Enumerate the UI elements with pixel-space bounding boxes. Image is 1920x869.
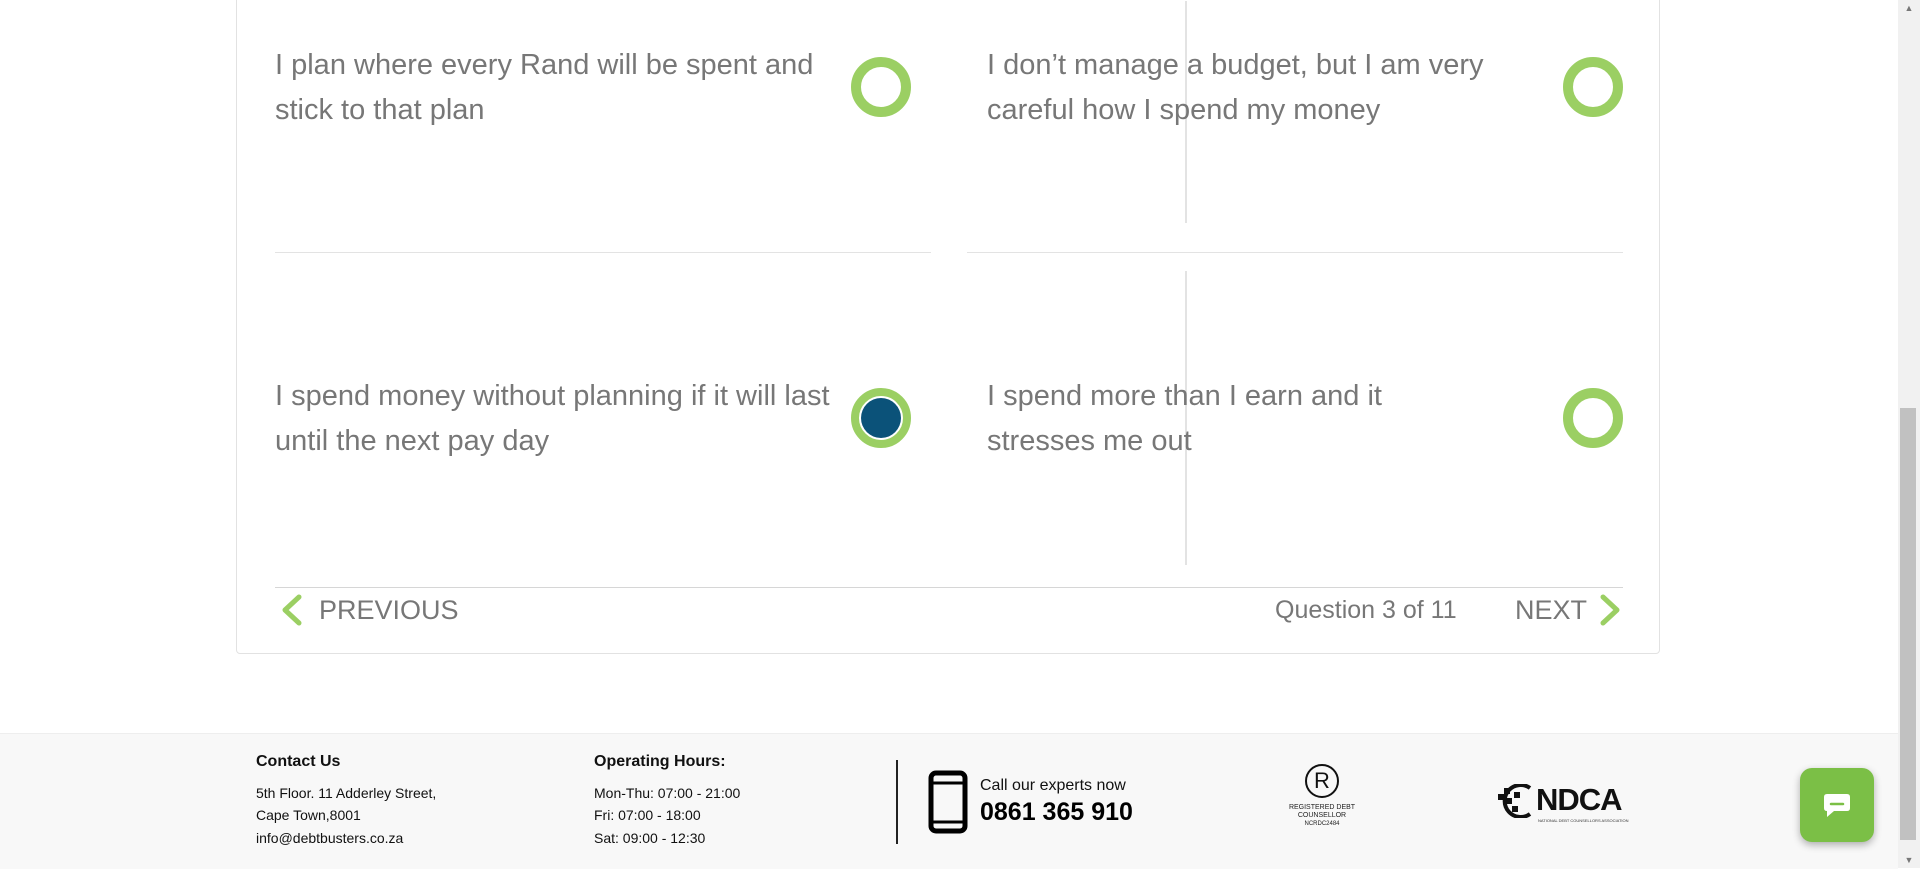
chat-button[interactable] (1800, 768, 1874, 842)
answer-option-2-radio[interactable] (1563, 57, 1623, 117)
answer-option-2-label: I don’t manage a budget, but I am very c… (987, 49, 1484, 126)
hours-title: Operating Hours: (594, 753, 726, 770)
ncr-badge-line1: REGISTERED DEBT (1288, 804, 1356, 811)
ndca-logo-mark (1498, 784, 1532, 818)
contact-email-link[interactable]: info@debtbusters.co.za (256, 830, 403, 846)
registered-icon: R (1305, 764, 1339, 798)
quiz-card: I plan where every Rand will be spent an… (236, 0, 1660, 654)
scroll-down-arrow-icon[interactable]: ▼ (1898, 852, 1920, 868)
answer-option-3[interactable]: I spend money without planning if it wil… (275, 374, 915, 524)
chevron-right-icon (1597, 594, 1623, 626)
ncr-registered-badge: R REGISTERED DEBT COUNSELLOR NCRDC2484 (1284, 764, 1360, 844)
previous-button[interactable]: PREVIOUS (279, 594, 459, 626)
next-label: NEXT (1515, 594, 1588, 625)
phone-icon (928, 770, 968, 834)
scrollbar-thumb[interactable] (1900, 408, 1916, 840)
question-counter: Question 3 of 11 (1275, 596, 1457, 624)
answer-option-3-radio[interactable] (851, 388, 911, 448)
next-button[interactable]: NEXT (1515, 594, 1623, 626)
chat-icon (1821, 791, 1853, 819)
answer-option-1[interactable]: I plan where every Rand will be spent an… (275, 43, 915, 193)
horizontal-divider-right (967, 252, 1623, 253)
registered-symbol: R (1314, 768, 1330, 793)
footer-divider (896, 760, 898, 844)
selected-dot (861, 398, 901, 438)
scroll-up-arrow-icon[interactable]: ▲ (1898, 0, 1920, 16)
page-scrollbar[interactable]: ▲ ▼ (1898, 0, 1920, 868)
ncr-badge-line2: COUNSELLOR (1297, 812, 1347, 819)
hours-sat: Sat: 09:00 - 12:30 (594, 830, 706, 846)
ndca-logo-subtext: NATIONAL DEBT COUNSELLORS ASSOCIATION (1538, 818, 1629, 823)
chevron-left-icon (279, 594, 305, 626)
answer-option-4-radio[interactable] (1563, 388, 1623, 448)
contact-address-line1: 5th Floor. 11 Adderley Street, (256, 785, 437, 801)
ndca-logo-text: NDCA (1536, 782, 1623, 817)
contact-title: Contact Us (256, 753, 341, 770)
answer-option-4-label: I spend more than I earn and it stresses… (987, 380, 1382, 457)
answer-option-2[interactable]: I don’t manage a budget, but I am very c… (987, 43, 1627, 193)
ncr-badge-line3: NCRDC2484 (1304, 821, 1340, 827)
answer-option-1-label: I plan where every Rand will be spent an… (275, 49, 814, 126)
hours-mon-thu: Mon-Thu: 07:00 - 21:00 (594, 785, 741, 801)
horizontal-divider-left (275, 252, 931, 253)
answer-option-4[interactable]: I spend more than I earn and it stresses… (987, 374, 1627, 524)
previous-label: PREVIOUS (319, 594, 459, 625)
hours-fri: Fri: 07:00 - 18:00 (594, 807, 701, 823)
footer: Contact Us 5th Floor. 11 Adderley Street… (0, 733, 1898, 869)
contact-address-line2: Cape Town,8001 (256, 807, 361, 823)
answer-option-3-label: I spend money without planning if it wil… (275, 380, 830, 457)
answer-option-1-radio[interactable] (851, 57, 911, 117)
call-label: Call our experts now (980, 777, 1126, 794)
call-number-link[interactable]: 0861 365 910 (980, 798, 1133, 827)
nav-divider (275, 587, 1623, 588)
ndca-logo: NDCA NATIONAL DEBT COUNSELLORS ASSOCIATI… (1498, 772, 1648, 832)
